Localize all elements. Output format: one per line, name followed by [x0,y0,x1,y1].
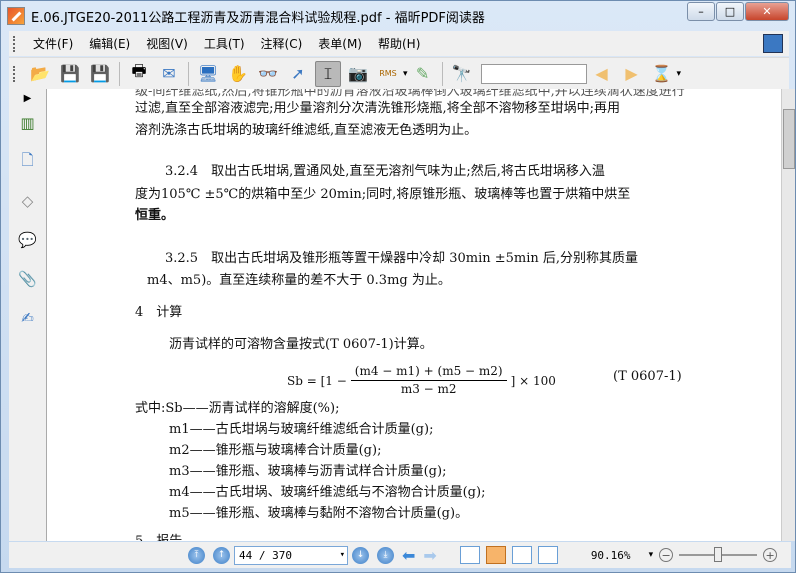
formula-denominator: m3 − m2 [400,382,457,396]
text-line: 3.2.4 取出古氏坩埚,置通风处,直至无溶剂气味为止;然后,将古氏坩埚移入温 [165,164,605,179]
previous-page-icon[interactable]: ↑ [213,546,230,564]
sign-icon[interactable]: ✎ [410,61,436,87]
grip-handle[interactable] [13,35,17,52]
app-window: E.06.JTGE20-2011公路工程沥青及沥青混合料试验规程.pdf - 福… [0,0,796,573]
menu-comment[interactable]: 注释(C) [253,35,311,52]
vertical-scrollbar[interactable] [781,89,795,541]
section-heading: 4 计算 [135,305,183,320]
snapshot-icon[interactable]: 📷 [345,61,371,87]
menu-view[interactable]: 视图(V) [138,35,196,52]
page-number[interactable]: 44 / 370 [239,549,292,562]
text-line: 度为105℃ ±5℃的烘箱中至少 20min;同时,将原锥形瓶、玻璃棒等也置于烘… [135,187,631,202]
dropdown-icon[interactable]: ▾ [403,69,408,79]
loupe-icon[interactable]: 👓 [255,61,281,87]
find-previous-icon[interactable]: ◀ [589,61,615,87]
first-page-icon[interactable]: ⤒ [188,546,205,564]
zoom-level[interactable]: 90.16% [591,549,631,562]
navigation-panel: ▶ ▥ 🗋 ◇ 💬 📎 ✍ [9,89,47,541]
binoculars-icon[interactable]: 🔭 [449,61,475,87]
bookmarks-icon[interactable]: ▥ [17,112,39,134]
find-next-icon[interactable]: ▶ [619,61,645,87]
text-line: m3——锥形瓶、玻璃棒与沥青试样合计质量(g); [169,464,447,479]
facing-pages-icon[interactable] [511,546,532,564]
maximize-button[interactable]: □ [716,2,744,21]
close-button[interactable]: ✕ [745,2,789,21]
email-icon[interactable]: ✉ [156,61,182,87]
text-line: m5——锥形瓶、玻璃棒与黏附不溶物合计质量(g)。 [169,506,469,521]
continuous-facing-icon[interactable] [537,546,558,564]
grip-handle[interactable] [13,65,17,82]
zoom-slider-thumb[interactable] [714,547,723,562]
formula: Sb = [1 − (m4 − m1) + (m5 − m2) m3 − m2 … [287,363,556,398]
layers-icon[interactable]: ◇ [17,190,39,212]
zoom-out-icon[interactable]: − [659,548,674,562]
menu-file[interactable]: 文件(F) [25,35,81,52]
status-bar: ⤒ ↑ 44 / 370 ▾ ↓ ⤓ ⬅ ➡ 90.16% ▾ − + [9,542,791,568]
menu-bar: 文件(F) 编辑(E) 视图(V) 工具(T) 注释(C) 表单(M) 帮助(H… [9,31,789,56]
menu-edit[interactable]: 编辑(E) [81,35,138,52]
text-line: 3.2.5 取出古氏坩埚及锥形瓶等置干燥器中冷却 30min ±5min 后,分… [165,251,639,266]
window-title: E.06.JTGE20-2011公路工程沥青及沥青混合料试验规程.pdf - 福… [31,10,485,26]
hand-tool-icon[interactable]: ✋ [225,61,251,87]
comments-icon[interactable]: 💬 [17,229,39,251]
save-icon[interactable]: 💾 [57,61,83,87]
continuous-page-icon[interactable] [485,546,506,564]
text-line: 沥青试样的可溶物含量按式(T 0607-1)计算。 [169,337,433,352]
text-line: 式中:Sb——沥青试样的溶解度(%); [135,401,340,416]
menu-form[interactable]: 表单(M) [310,35,370,52]
text-line: m1——古氏坩埚与玻璃纤维滤纸合计质量(g); [169,422,434,437]
pages-icon[interactable]: 🗋 [17,151,39,173]
zoom-slider[interactable] [679,547,758,562]
menu-help[interactable]: 帮助(H) [370,35,428,52]
save-as-icon[interactable]: 💾 [87,61,113,87]
formula-numerator: (m4 − m1) + (m5 − m2) [350,363,507,381]
single-page-icon[interactable] [459,546,480,564]
open-folder-icon[interactable]: 📂 [27,61,53,87]
text-line: 恒重。 [135,208,175,223]
formula-lhs: Sb = [1 − [287,373,347,388]
next-page-icon[interactable]: ↓ [352,546,369,564]
zoom-dropdown-icon[interactable]: ▾ [649,550,654,560]
text-select-icon[interactable]: 𝙸 [315,60,341,87]
document-page: 级-间纤维滤纸,然后,将锥形瓶中的沥青溶液沿玻璃棒倒入玻璃纤维滤纸中,并以连续滴… [47,89,781,541]
expand-panel-icon[interactable]: ▶ [9,93,46,104]
text-line: 溶剂洗涤古氏坩埚的玻璃纤维滤纸,直至滤液无色透明为止。 [135,123,478,138]
section-heading: 5 报告 [135,531,182,541]
print-icon[interactable]: 🖶 [126,61,152,87]
text-line: m4、m5)。直至连续称量的差不大于 0.3mg 为止。 [147,273,451,288]
zoom-in-icon[interactable]: + [763,548,778,562]
attachments-icon[interactable]: 📎 [17,268,39,290]
menu-tools[interactable]: 工具(T) [196,35,253,52]
scrollbar-thumb[interactable] [783,109,795,169]
fullscreen-icon[interactable]: 🖥 [195,61,221,87]
restore-layout-icon[interactable] [763,34,783,53]
last-page-icon[interactable]: ⤓ [377,546,394,564]
formula-rhs: ] × 100 [510,373,556,388]
minimize-button[interactable]: – [687,2,715,21]
formula-label: (T 0607-1) [613,369,682,384]
title-bar: E.06.JTGE20-2011公路工程沥青及沥青混合料试验规程.pdf - 福… [7,5,485,27]
forward-arrow-icon[interactable]: ➡ [423,546,436,565]
search-options-icon[interactable]: ⌛ [649,61,675,87]
search-input[interactable] [480,63,587,84]
back-arrow-icon[interactable]: ⬅ [402,546,415,565]
text-line: m2——锥形瓶与玻璃棒合计质量(g); [169,443,382,458]
text-line: m4——古氏坩埚、玻璃纤维滤纸与不溶物合计质量(g); [169,485,486,500]
toolbar: 📂 💾 💾 🖶 ✉ 🖥 ✋ 👓 ➚ 𝙸 📷 RMS ▾ ✎ 🔭 ◀ ▶ ⌛ ▾ [9,57,789,89]
rms-lock-icon[interactable]: RMS [375,61,401,87]
foxit-logo-icon [7,7,25,25]
signatures-icon[interactable]: ✍ [17,307,39,329]
page-number-field[interactable]: 44 / 370 ▾ [234,545,348,565]
select-arrow-icon[interactable]: ➚ [285,61,311,87]
dropdown-icon[interactable]: ▾ [677,69,682,79]
text-line: 过滤,直至全部溶液滤完;用少量溶剂分次清洗锥形烧瓶,将全部不溶物移至坩埚中;再用 [135,101,621,116]
page-dropdown-icon[interactable]: ▾ [340,550,345,560]
